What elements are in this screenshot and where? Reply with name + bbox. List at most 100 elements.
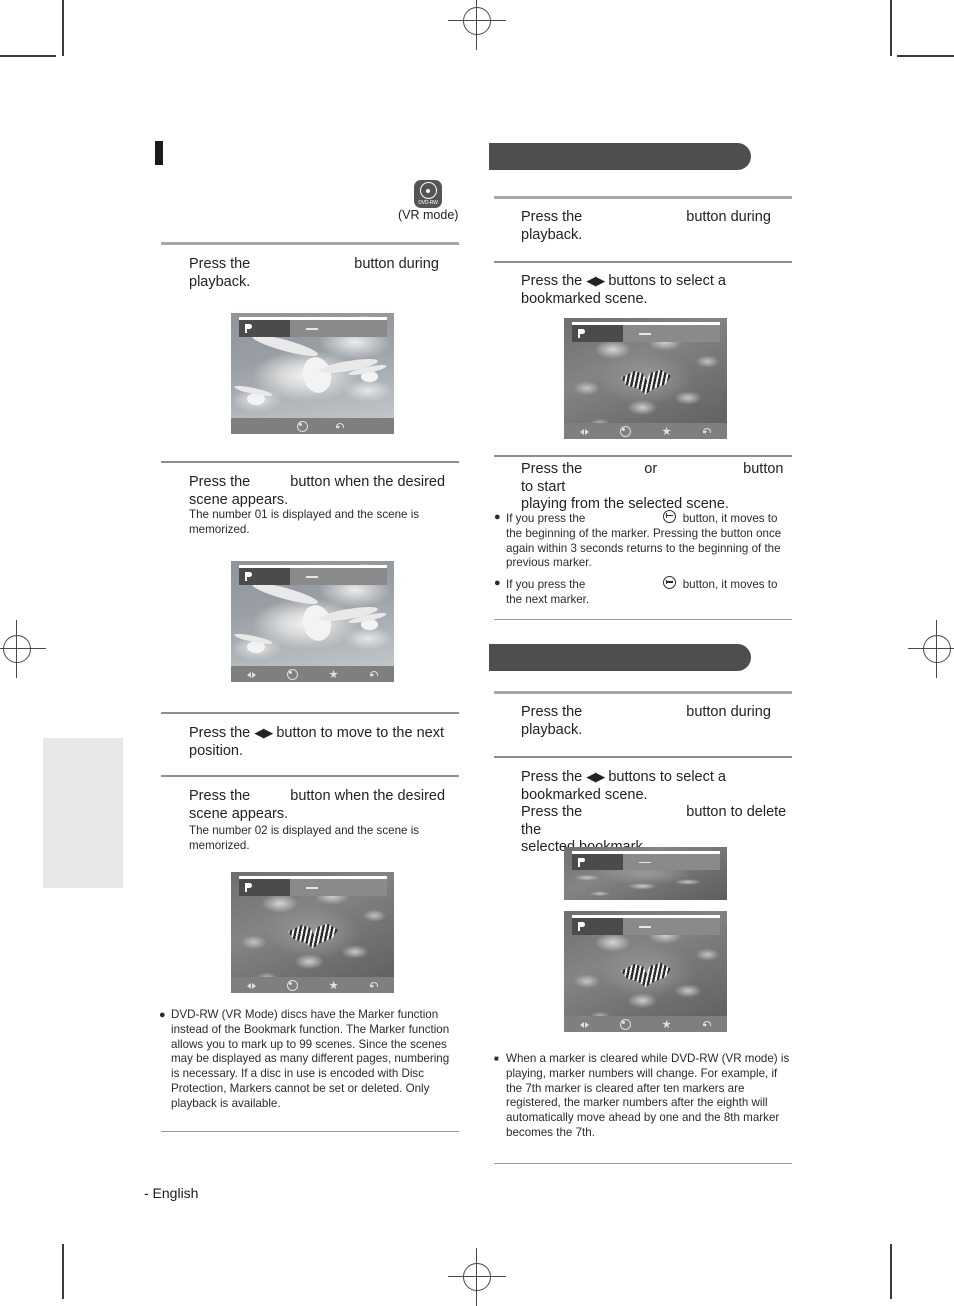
bullet-a2-pre: If you press the	[506, 578, 586, 592]
step-a1: Press the button during playback.	[521, 209, 793, 244]
step-a2: Press the ◀▶ buttons to select a bookmar…	[521, 272, 793, 308]
osd-top-bar	[572, 915, 721, 936]
osd-bottom-bar	[231, 977, 394, 993]
list-item: ● If you press the button, it moves to t…	[494, 510, 794, 571]
step-a2-text-after: buttons to select a	[608, 273, 726, 289]
screen-butterfly-crop	[564, 847, 727, 900]
step-3-line2: position.	[189, 742, 244, 759]
step-4-text-after: button when the desired	[290, 788, 446, 804]
return-icon	[369, 670, 379, 679]
osd-dash	[305, 575, 318, 578]
screen-butterfly-1	[231, 872, 394, 993]
bookmark-flag-icon	[577, 922, 586, 932]
butterfly-shape	[288, 923, 338, 949]
step-b1: Press the button during playback.	[521, 704, 793, 739]
divider-right-3	[494, 455, 792, 458]
mark-icon	[329, 980, 339, 990]
step-2-line2: scene appears.	[189, 491, 289, 508]
return-icon	[702, 1020, 712, 1029]
step-3: Press the ◀▶ button to move to the next …	[189, 724, 469, 760]
osd-bottom-bar	[231, 418, 394, 434]
divider-right-5	[494, 691, 792, 694]
left-right-icon	[246, 981, 256, 990]
divider-right-6	[494, 756, 792, 759]
right-bullet-list-b: ■ When a marker is cleared while DVD-RW …	[494, 1052, 794, 1142]
return-icon	[702, 427, 712, 436]
osd-marker-segment	[572, 918, 623, 936]
bookmark-flag-icon	[577, 329, 586, 339]
osd-marker-segment	[239, 879, 290, 897]
step-2-note: The number 01 is displayed and the scene…	[189, 508, 420, 536]
mark-icon	[662, 426, 672, 436]
left-right-arrows-icon: ◀▶	[586, 273, 605, 288]
step-1-text-before: Press the	[189, 256, 251, 272]
left-right-arrows-icon: ◀▶	[254, 725, 273, 740]
osd-bottom-bar	[564, 423, 727, 439]
disc-badge: DVD-RW	[414, 180, 442, 208]
step-b2-text-after: buttons to select a	[608, 769, 726, 785]
bookmark-flag-icon	[244, 324, 253, 334]
return-icon	[369, 981, 379, 990]
osd-top-bar	[572, 851, 721, 871]
skip-forward-icon	[663, 576, 677, 590]
bullet-marker: ●	[494, 577, 501, 590]
step-a3-mid: or	[644, 461, 658, 477]
butterfly-shape	[621, 962, 671, 988]
select-icon	[286, 668, 298, 680]
divider-left-2	[161, 461, 459, 464]
osd-highlight-line	[239, 317, 388, 320]
list-item: ● If you press the button, it moves to t…	[494, 576, 794, 608]
osd-dash	[638, 861, 651, 864]
trim-mark-top-right	[890, 0, 892, 56]
select-icon	[296, 420, 308, 432]
bookmark-flag-icon	[244, 572, 253, 582]
divider-right-7	[494, 1163, 792, 1165]
select-icon	[619, 425, 631, 437]
screen-seagulls-1	[231, 313, 394, 434]
divider-left-5	[161, 1131, 459, 1133]
osd-dash	[638, 925, 651, 928]
left-right-icon	[579, 1020, 589, 1029]
osd-highlight-line	[572, 322, 721, 325]
step-b2-line2: bookmarked scene.	[521, 786, 648, 803]
registration-mark-bottom	[448, 1248, 506, 1306]
osd-highlight-line	[572, 915, 721, 918]
osd-bottom-bar	[564, 1016, 727, 1032]
right-bullet-list-a: ● If you press the button, it moves to t…	[494, 510, 794, 609]
left-right-icon	[579, 427, 589, 436]
disc-badge-label: DVD-RW	[418, 200, 438, 206]
osd-bottom-bar	[231, 666, 394, 682]
bullet-marker: ●	[494, 511, 501, 523]
dvd-rw-disc-icon: DVD-RW	[414, 180, 442, 208]
heading-deleting-bookmark	[489, 644, 757, 677]
bookmark-flag-icon	[244, 883, 253, 893]
osd-highlight-line	[239, 565, 388, 568]
step-a1-text-after: button during	[686, 209, 771, 225]
divider-right-1	[494, 196, 792, 199]
osd-highlight-line	[239, 876, 388, 879]
divider-left-4	[161, 775, 459, 778]
bird-shape	[298, 353, 335, 396]
bullet-text: When a marker is cleared while DVD-RW (V…	[506, 1052, 790, 1139]
trim-mark-top-left-h	[0, 55, 56, 57]
page-footer: - English	[144, 1185, 199, 1201]
step-1-text-after: button during	[354, 256, 439, 272]
step-b2: Press the ◀▶ buttons to select a bookmar…	[521, 768, 801, 857]
mark-icon	[329, 669, 339, 679]
left-right-icon	[246, 670, 256, 679]
bookmark-flag-icon	[577, 857, 586, 867]
step-b2-line3-before: Press the	[521, 804, 583, 820]
osd-top-bar	[239, 565, 388, 586]
bullet-marker: ●	[159, 1009, 166, 1021]
osd-marker-segment	[239, 568, 290, 586]
step-2: Press the button when the desired scene a…	[189, 474, 469, 509]
screen-butterfly-delete	[564, 911, 727, 1032]
step-2-text-before: Press the	[189, 474, 251, 490]
trim-mark-bottom-left	[62, 1244, 64, 1299]
left-bullet-list: ● DVD-RW (VR Mode) discs have the Marker…	[159, 1008, 459, 1113]
vr-mode-caption: (VR mode)	[398, 208, 459, 222]
registration-mark-left	[0, 620, 46, 678]
step-4-line2: scene appears.	[189, 805, 289, 822]
left-right-arrows-icon: ◀▶	[586, 769, 605, 784]
trim-mark-top-right-h	[897, 55, 954, 57]
